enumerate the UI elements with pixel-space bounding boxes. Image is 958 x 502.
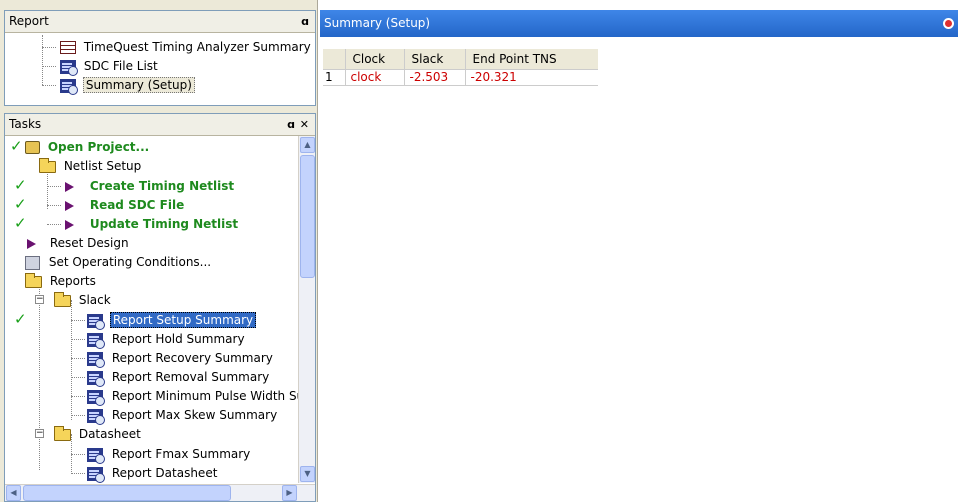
check-icon: ✓	[14, 176, 27, 194]
task-open-project[interactable]: Open Project...	[25, 138, 149, 157]
report-icon	[87, 389, 105, 406]
check-icon: ✓	[14, 195, 27, 213]
report-item-timequest-summary[interactable]: TimeQuest Timing Analyzer Summary	[60, 38, 311, 57]
task-report-recovery-summary[interactable]: Report Recovery Summary	[87, 349, 273, 368]
run-triangle-icon	[65, 200, 74, 211]
task-report-min-pulse-width[interactable]: Report Minimum Pulse Width Sur	[87, 387, 309, 406]
report-icon	[60, 78, 78, 95]
pin-icon[interactable]: ɑ	[301, 11, 309, 32]
report-icon	[87, 313, 105, 330]
cell-clock: clock	[345, 69, 405, 86]
column-header-clock[interactable]: Clock	[344, 49, 404, 70]
folder-icon	[39, 157, 56, 173]
run-triangle-icon	[65, 219, 74, 230]
report-panel-title: Report	[9, 14, 49, 28]
task-create-timing-netlist[interactable]: Create Timing Netlist	[65, 177, 234, 196]
tasks-vertical-scrollbar[interactable]: ▲ ▼	[298, 136, 315, 483]
open-project-icon	[25, 141, 40, 154]
task-datasheet[interactable]: Datasheet	[54, 425, 141, 444]
report-icon	[87, 447, 105, 464]
tasks-horizontal-scrollbar[interactable]: ◀ ▶	[5, 484, 315, 501]
report-icon	[87, 370, 105, 387]
task-read-sdc-file[interactable]: Read SDC File	[65, 196, 184, 215]
summary-title-bar: Summary (Setup)	[320, 10, 958, 37]
task-report-setup-summary[interactable]: Report Setup Summary	[87, 311, 257, 330]
close-icon[interactable]: ✕	[300, 114, 309, 135]
scroll-down-icon[interactable]: ▼	[300, 466, 315, 482]
report-icon	[87, 466, 105, 483]
report-icon	[87, 351, 105, 368]
cell-slack: -2.503	[404, 69, 466, 86]
scroll-right-icon[interactable]: ▶	[282, 485, 297, 501]
close-icon[interactable]	[943, 18, 954, 29]
scroll-thumb[interactable]	[300, 155, 315, 278]
summary-table: Clock Slack End Point TNS 1 clock -2.503…	[323, 49, 598, 86]
column-header-slack[interactable]: Slack	[403, 49, 465, 70]
column-header-end-point-tns[interactable]: End Point TNS	[464, 49, 598, 70]
collapse-icon[interactable]: −	[35, 295, 44, 304]
scroll-up-icon[interactable]: ▲	[300, 137, 315, 153]
tasks-panel-header: Tasks ɑ ✕	[5, 114, 315, 136]
summary-title: Summary (Setup)	[324, 16, 431, 30]
report-panel-header: Report ɑ	[5, 11, 315, 33]
scroll-thumb[interactable]	[23, 485, 231, 501]
folder-icon	[25, 272, 42, 288]
report-item-summary-setup[interactable]: Summary (Setup)	[60, 76, 195, 95]
check-icon: ✓	[14, 310, 27, 328]
summary-table-area: Clock Slack End Point TNS 1 clock -2.503…	[320, 37, 958, 502]
scroll-left-icon[interactable]: ◀	[6, 485, 21, 501]
tasks-panel-title: Tasks	[9, 117, 42, 131]
task-reset-design[interactable]: Reset Design	[27, 234, 129, 253]
folder-icon	[54, 291, 71, 307]
collapse-icon[interactable]: −	[35, 429, 44, 438]
report-icon	[60, 59, 78, 76]
task-reports[interactable]: Reports	[25, 272, 96, 291]
task-report-fmax-summary[interactable]: Report Fmax Summary	[87, 445, 250, 464]
task-report-hold-summary[interactable]: Report Hold Summary	[87, 330, 245, 349]
report-item-label: Summary (Setup)	[82, 77, 195, 93]
table-header-row: Clock Slack End Point TNS	[323, 49, 598, 70]
report-item-label: TimeQuest Timing Analyzer Summary	[83, 40, 311, 54]
report-item-label: SDC File List	[83, 59, 158, 73]
row-index: 1	[323, 69, 346, 86]
task-slack[interactable]: Slack	[54, 291, 111, 310]
task-report-max-skew-summary[interactable]: Report Max Skew Summary	[87, 406, 277, 425]
check-icon: ✓	[10, 137, 23, 155]
run-triangle-icon	[65, 181, 74, 192]
task-update-timing-netlist[interactable]: Update Timing Netlist	[65, 215, 238, 234]
pin-icon[interactable]: ɑ	[287, 114, 295, 135]
report-item-sdc-file-list[interactable]: SDC File List	[60, 57, 158, 76]
report-panel: Report ɑ TimeQuest Timing Analyzer Summa…	[4, 10, 316, 106]
task-report-removal-summary[interactable]: Report Removal Summary	[87, 368, 269, 387]
report-icon	[87, 408, 105, 425]
task-netlist-setup[interactable]: Netlist Setup	[39, 157, 141, 176]
settings-icon	[25, 255, 40, 270]
report-icon	[87, 332, 105, 349]
check-icon: ✓	[14, 214, 27, 232]
table-icon	[60, 41, 76, 54]
task-set-operating-conditions[interactable]: Set Operating Conditions...	[25, 253, 211, 272]
table-row[interactable]: 1 clock -2.503 -20.321	[323, 69, 598, 86]
folder-icon	[54, 425, 71, 441]
task-report-datasheet[interactable]: Report Datasheet	[87, 464, 217, 483]
run-triangle-icon	[27, 238, 36, 249]
tasks-panel: Tasks ɑ ✕ ✓ Open Project... Netlist Setu…	[4, 113, 316, 502]
cell-end-point-tns: -20.321	[465, 69, 598, 86]
